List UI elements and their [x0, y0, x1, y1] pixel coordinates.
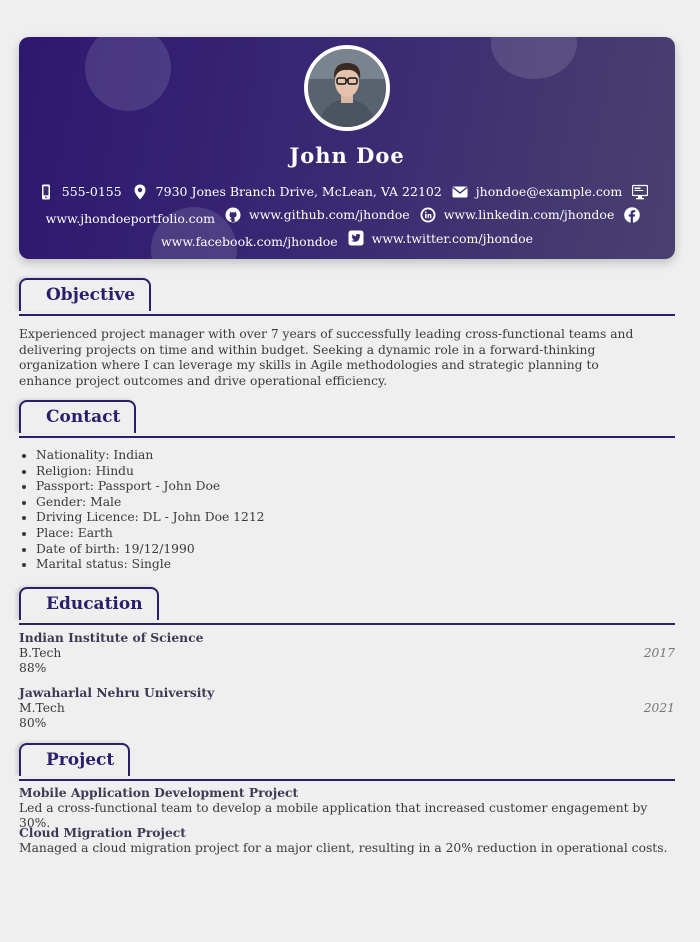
score: 88%: [19, 661, 47, 676]
education-entry: Indian Institute of Science B.Tech 2017 …: [19, 630, 675, 677]
email-contact[interactable]: jhondoe@example.com: [452, 182, 622, 202]
institution-name: Indian Institute of Science: [19, 630, 204, 645]
profile-photo: [308, 49, 386, 127]
list-item: Religion: Hindu: [36, 464, 264, 480]
avatar: [304, 45, 390, 131]
envelope-icon: [452, 184, 468, 200]
education-entry: Jawaharlal Nehru University M.Tech 2021 …: [19, 685, 675, 732]
contact-info: 555-0155 7930 Jones Branch Drive, McLean…: [19, 182, 675, 252]
list-item: Gender: Male: [36, 495, 264, 511]
decorative-circle: [85, 37, 171, 111]
resume-header: John Doe 555-0155 7930 Jones Branch Driv…: [19, 37, 675, 259]
score: 80%: [19, 716, 47, 731]
contact-line: 555-0155 7930 Jones Branch Drive, McLean…: [19, 182, 675, 205]
project-name: Cloud Migration Project: [19, 825, 186, 840]
degree: B.Tech: [19, 645, 62, 660]
section-title: Objective: [19, 278, 152, 311]
list-item: Marital status: Single: [36, 557, 264, 573]
list-item: Place: Earth: [36, 526, 264, 542]
section-title: Education: [19, 587, 159, 620]
list-item: Driving Licence: DL - John Doe 1212: [36, 510, 264, 526]
github-icon: [225, 207, 241, 223]
list-item: Passport: Passport - John Doe: [36, 479, 264, 495]
objective-section-header: Objective: [19, 278, 675, 316]
contact-section-header: Contact: [19, 400, 675, 438]
github-contact[interactable]: www.github.com/jhondoe: [225, 205, 410, 225]
list-item: Nationality: Indian: [36, 448, 264, 464]
project-entry: Cloud Migration Project Managed a cloud …: [19, 825, 675, 856]
linkedin-contact[interactable]: www.linkedin.com/jhondoe: [420, 205, 614, 225]
portfolio-link[interactable]: www.jhondoeportfolio.com: [46, 209, 215, 229]
facebook-contact[interactable]: [624, 207, 648, 223]
address-contact: 7930 Jones Branch Drive, McLean, VA 2210…: [132, 182, 442, 202]
phone-icon: [38, 184, 54, 200]
section-title: Contact: [19, 400, 137, 433]
objective-text: Experienced project manager with over 7 …: [19, 327, 634, 388]
graduation-year: 2021: [643, 700, 675, 715]
degree: M.Tech: [19, 700, 65, 715]
linkedin-icon: [420, 207, 436, 223]
personal-details-list: Nationality: Indian Religion: Hindu Pass…: [19, 448, 264, 573]
project-name: Mobile Application Development Project: [19, 785, 299, 800]
institution-name: Jawaharlal Nehru University: [19, 685, 215, 700]
contact-line: www.facebook.com/jhondoe www.twitter.com…: [19, 229, 675, 252]
list-item: Date of birth: 19/12/1990: [36, 542, 264, 558]
contact-line: www.jhondoeportfolio.com www.github.com/…: [19, 205, 675, 228]
website-contact[interactable]: [632, 184, 656, 200]
facebook-link[interactable]: www.facebook.com/jhondoe: [161, 232, 338, 252]
project-section-header: Project: [19, 743, 675, 781]
facebook-icon: [624, 207, 641, 223]
candidate-name: John Doe: [289, 143, 405, 168]
location-pin-icon: [132, 184, 148, 200]
monitor-icon: [632, 184, 649, 200]
education-section-header: Education: [19, 587, 675, 625]
phone-contact[interactable]: 555-0155: [38, 182, 122, 202]
project-description: Managed a cloud migration project for a …: [19, 840, 668, 855]
section-title: Project: [19, 743, 131, 776]
twitter-contact[interactable]: www.twitter.com/jhondoe: [348, 229, 533, 249]
twitter-icon: [348, 230, 364, 246]
graduation-year: 2017: [643, 645, 675, 660]
decorative-circle: [491, 37, 577, 79]
